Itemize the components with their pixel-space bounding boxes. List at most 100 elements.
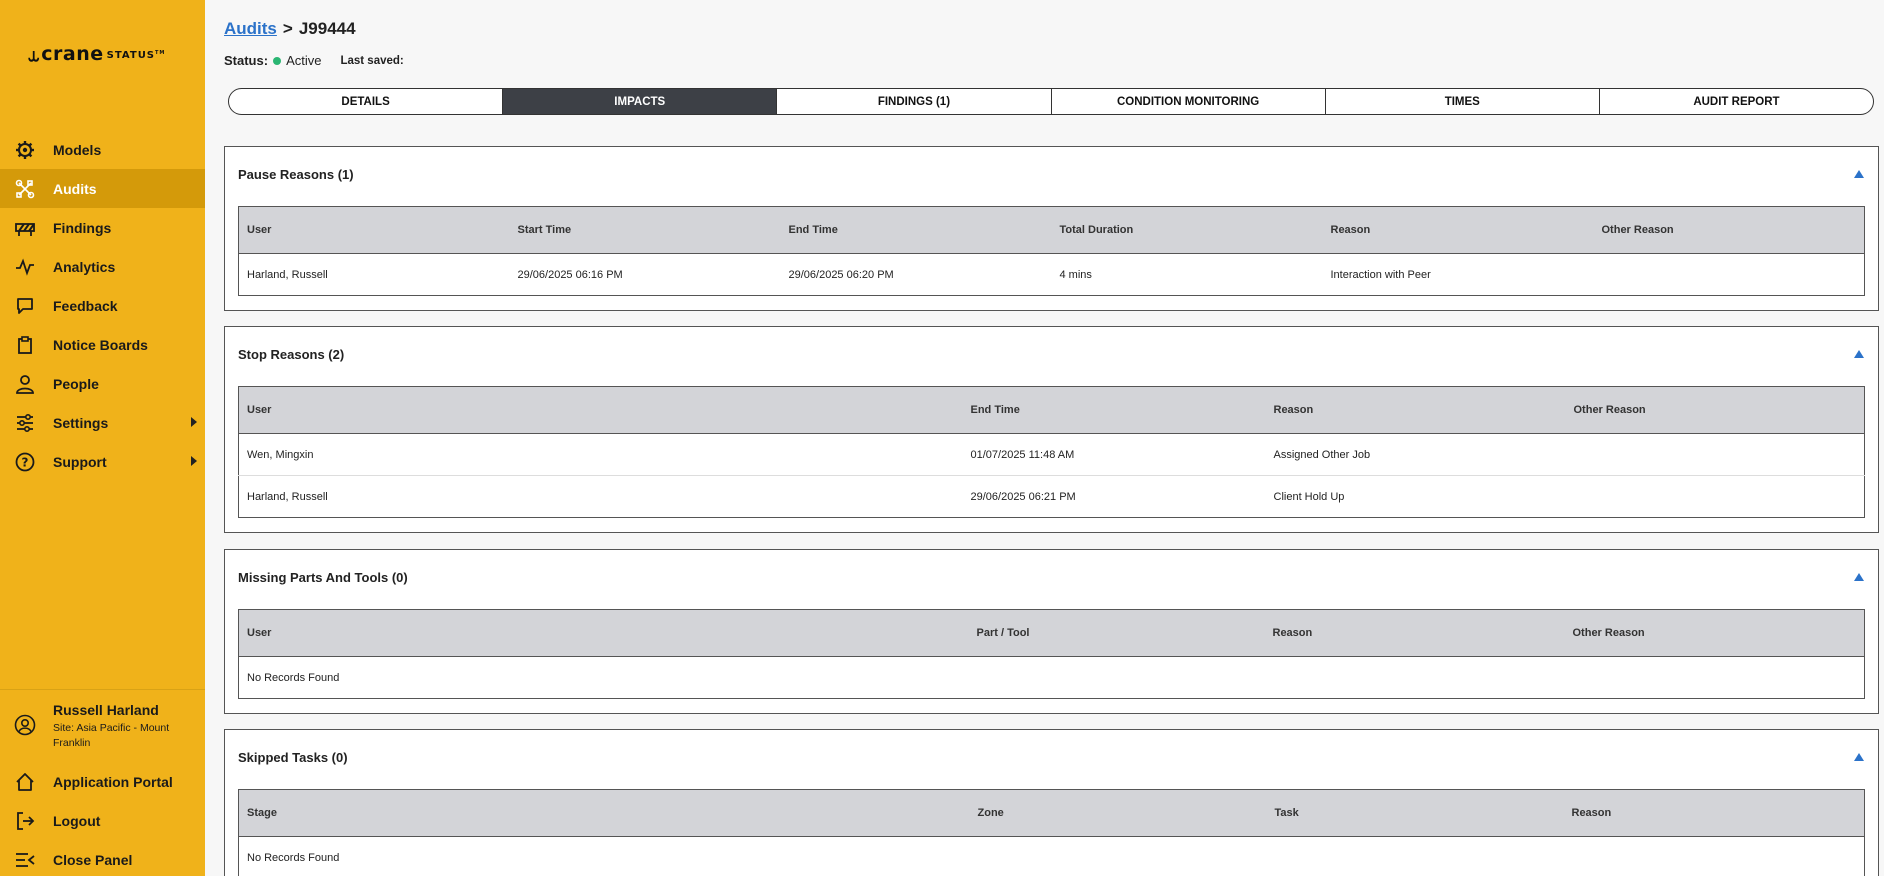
sidebar-item-label: Audits — [53, 180, 97, 197]
table-row: No Records Found — [239, 837, 1865, 876]
logo-status-text: STATUSTM — [106, 50, 166, 61]
panel-header[interactable]: Pause Reasons (1) — [225, 147, 1878, 201]
column-header: Part / Tool — [968, 609, 1265, 657]
help-icon: ? — [14, 451, 36, 473]
user-profile[interactable]: Russell Harland Site: Asia Pacific - Mou… — [14, 702, 183, 751]
table-cell: Wen, Mingxin — [238, 433, 963, 476]
table-cell — [1594, 254, 1865, 296]
column-header: Reason — [1264, 609, 1565, 657]
table-cell: 4 mins — [1059, 268, 1092, 281]
audit-tabs: DETAILS IMPACTS FINDINGS (1) CONDITION M… — [228, 88, 1874, 115]
home-icon — [14, 771, 36, 793]
sidebar-item-settings[interactable]: Settings — [0, 403, 205, 442]
table-row: Harland, Russell 29/06/2025 06:21 PM Cli… — [239, 476, 1865, 518]
breadcrumb-audits-link[interactable]: Audits — [224, 19, 277, 38]
stop-reasons-table: User End Time Reason Other Reason Wen, M… — [238, 386, 1865, 518]
breadcrumb-separator: > — [282, 19, 293, 38]
sidebar-item-application-portal[interactable]: Application Portal — [0, 762, 205, 801]
column-header: Other Reason — [1565, 386, 1865, 434]
tab-impacts[interactable]: IMPACTS — [503, 89, 778, 114]
skipped-tasks-panel: Skipped Tasks (0) Stage Zone Task Reason… — [224, 729, 1879, 876]
logout-icon — [14, 810, 36, 832]
table-cell: Harland, Russell — [247, 268, 328, 281]
chevron-right-icon — [191, 456, 197, 466]
panel-header[interactable]: Skipped Tasks (0) — [225, 730, 1878, 784]
table-header-row: User Part / Tool Reason Other Reason — [238, 609, 1865, 657]
sidebar-item-close-panel[interactable]: Close Panel — [0, 840, 205, 876]
table-cell — [1566, 476, 1865, 518]
sidebar-item-feedback[interactable]: Feedback — [0, 286, 205, 325]
collapse-arrow-icon[interactable] — [1854, 170, 1864, 178]
collapse-arrow-icon[interactable] — [1854, 753, 1864, 761]
sidebar-item-label: Notice Boards — [53, 336, 148, 353]
hook-icon: ⥿ — [28, 42, 40, 66]
table-row: No Records Found — [239, 657, 1865, 699]
sidebar-item-label: Support — [53, 453, 107, 470]
pause-reasons-panel: Pause Reasons (1) User Start Time End Ti… — [224, 146, 1879, 311]
sidebar-item-label: Analytics — [53, 258, 116, 275]
sidebar-item-support[interactable]: ? Support — [0, 442, 205, 481]
collapse-arrow-icon[interactable] — [1854, 573, 1864, 581]
column-header: Other Reason — [1564, 609, 1865, 657]
sidebar-item-label: People — [53, 375, 99, 392]
sidebar-divider — [0, 689, 205, 690]
skipped-tasks-table: Stage Zone Task Reason No Records Found — [238, 789, 1865, 876]
column-header: Total Duration — [1051, 206, 1323, 254]
column-header: Reason — [1563, 789, 1865, 837]
tab-condition-monitoring[interactable]: CONDITION MONITORING — [1052, 89, 1326, 114]
column-header: User — [238, 386, 963, 434]
sidebar-item-label: Findings — [53, 219, 112, 236]
sidebar-item-logout[interactable]: Logout — [0, 801, 205, 840]
person-icon — [14, 373, 36, 395]
panel-header[interactable]: Missing Parts And Tools (0) — [225, 550, 1878, 604]
clipboard-icon — [14, 334, 36, 356]
column-header: Reason — [1265, 386, 1566, 434]
table-cell: 29/06/2025 06:20 PM — [788, 268, 894, 281]
panel-title: Skipped Tasks (0) — [238, 750, 348, 765]
sidebar-item-people[interactable]: People — [0, 364, 205, 403]
column-header: End Time — [962, 386, 1266, 434]
table-cell: Interaction with Peer — [1330, 268, 1431, 281]
page-title: J99444 — [298, 19, 356, 38]
sidebar-item-label: Settings — [53, 414, 109, 431]
main-content: Audits > J99444 Status: Active Last saved:… — [205, 0, 1884, 876]
svg-text:?: ? — [22, 455, 29, 469]
table-cell: Harland, Russell — [247, 490, 328, 503]
column-header: User — [238, 206, 510, 254]
tab-details[interactable]: DETAILS — [229, 89, 504, 114]
barrier-icon — [14, 217, 36, 239]
missing-parts-table: User Part / Tool Reason Other Reason No … — [238, 609, 1865, 699]
status-line: Status: Active Last saved: — [224, 53, 404, 68]
pulse-icon — [14, 256, 36, 278]
crane-status-logo[interactable]: ⥿ crane STATUSTM — [28, 42, 165, 66]
sidebar-item-label: Application Portal — [53, 773, 173, 790]
column-header: End Time — [780, 206, 1052, 254]
tools-icon — [14, 178, 36, 200]
user-avatar-icon — [14, 714, 36, 736]
user-name: Russell Harland — [53, 702, 159, 718]
last-saved-label: Last saved: — [340, 54, 404, 67]
sidebar-item-label: Close Panel — [53, 851, 133, 868]
sidebar-bottom-nav: Application Portal Logout Close Panel — [0, 762, 205, 876]
sidebar-item-findings[interactable]: Findings — [0, 208, 205, 247]
table-cell: Client Hold Up — [1273, 490, 1345, 503]
tab-audit-report[interactable]: AUDIT REPORT — [1600, 89, 1873, 114]
column-header: User — [238, 609, 969, 657]
sidebar-item-notice-boards[interactable]: Notice Boards — [0, 325, 205, 364]
sidebar-item-analytics[interactable]: Analytics — [0, 247, 205, 286]
logo-crane-text: crane — [41, 43, 104, 65]
table-row: Harland, Russell 29/06/2025 06:16 PM 29/… — [239, 254, 1865, 296]
column-header: Reason — [1322, 206, 1594, 254]
sliders-icon — [14, 412, 36, 434]
sidebar-item-label: Feedback — [53, 297, 118, 314]
tab-times[interactable]: TIMES — [1326, 89, 1600, 114]
panel-title: Pause Reasons (1) — [238, 167, 354, 182]
tab-findings[interactable]: FINDINGS (1) — [777, 89, 1052, 114]
status-value: Active — [286, 53, 322, 68]
panel-header[interactable]: Stop Reasons (2) — [225, 327, 1878, 381]
gear-icon — [14, 139, 36, 161]
table-header-row: User End Time Reason Other Reason — [238, 386, 1865, 434]
sidebar-item-models[interactable]: Models — [0, 130, 205, 169]
collapse-arrow-icon[interactable] — [1854, 350, 1864, 358]
sidebar-item-audits[interactable]: Audits — [0, 169, 205, 208]
